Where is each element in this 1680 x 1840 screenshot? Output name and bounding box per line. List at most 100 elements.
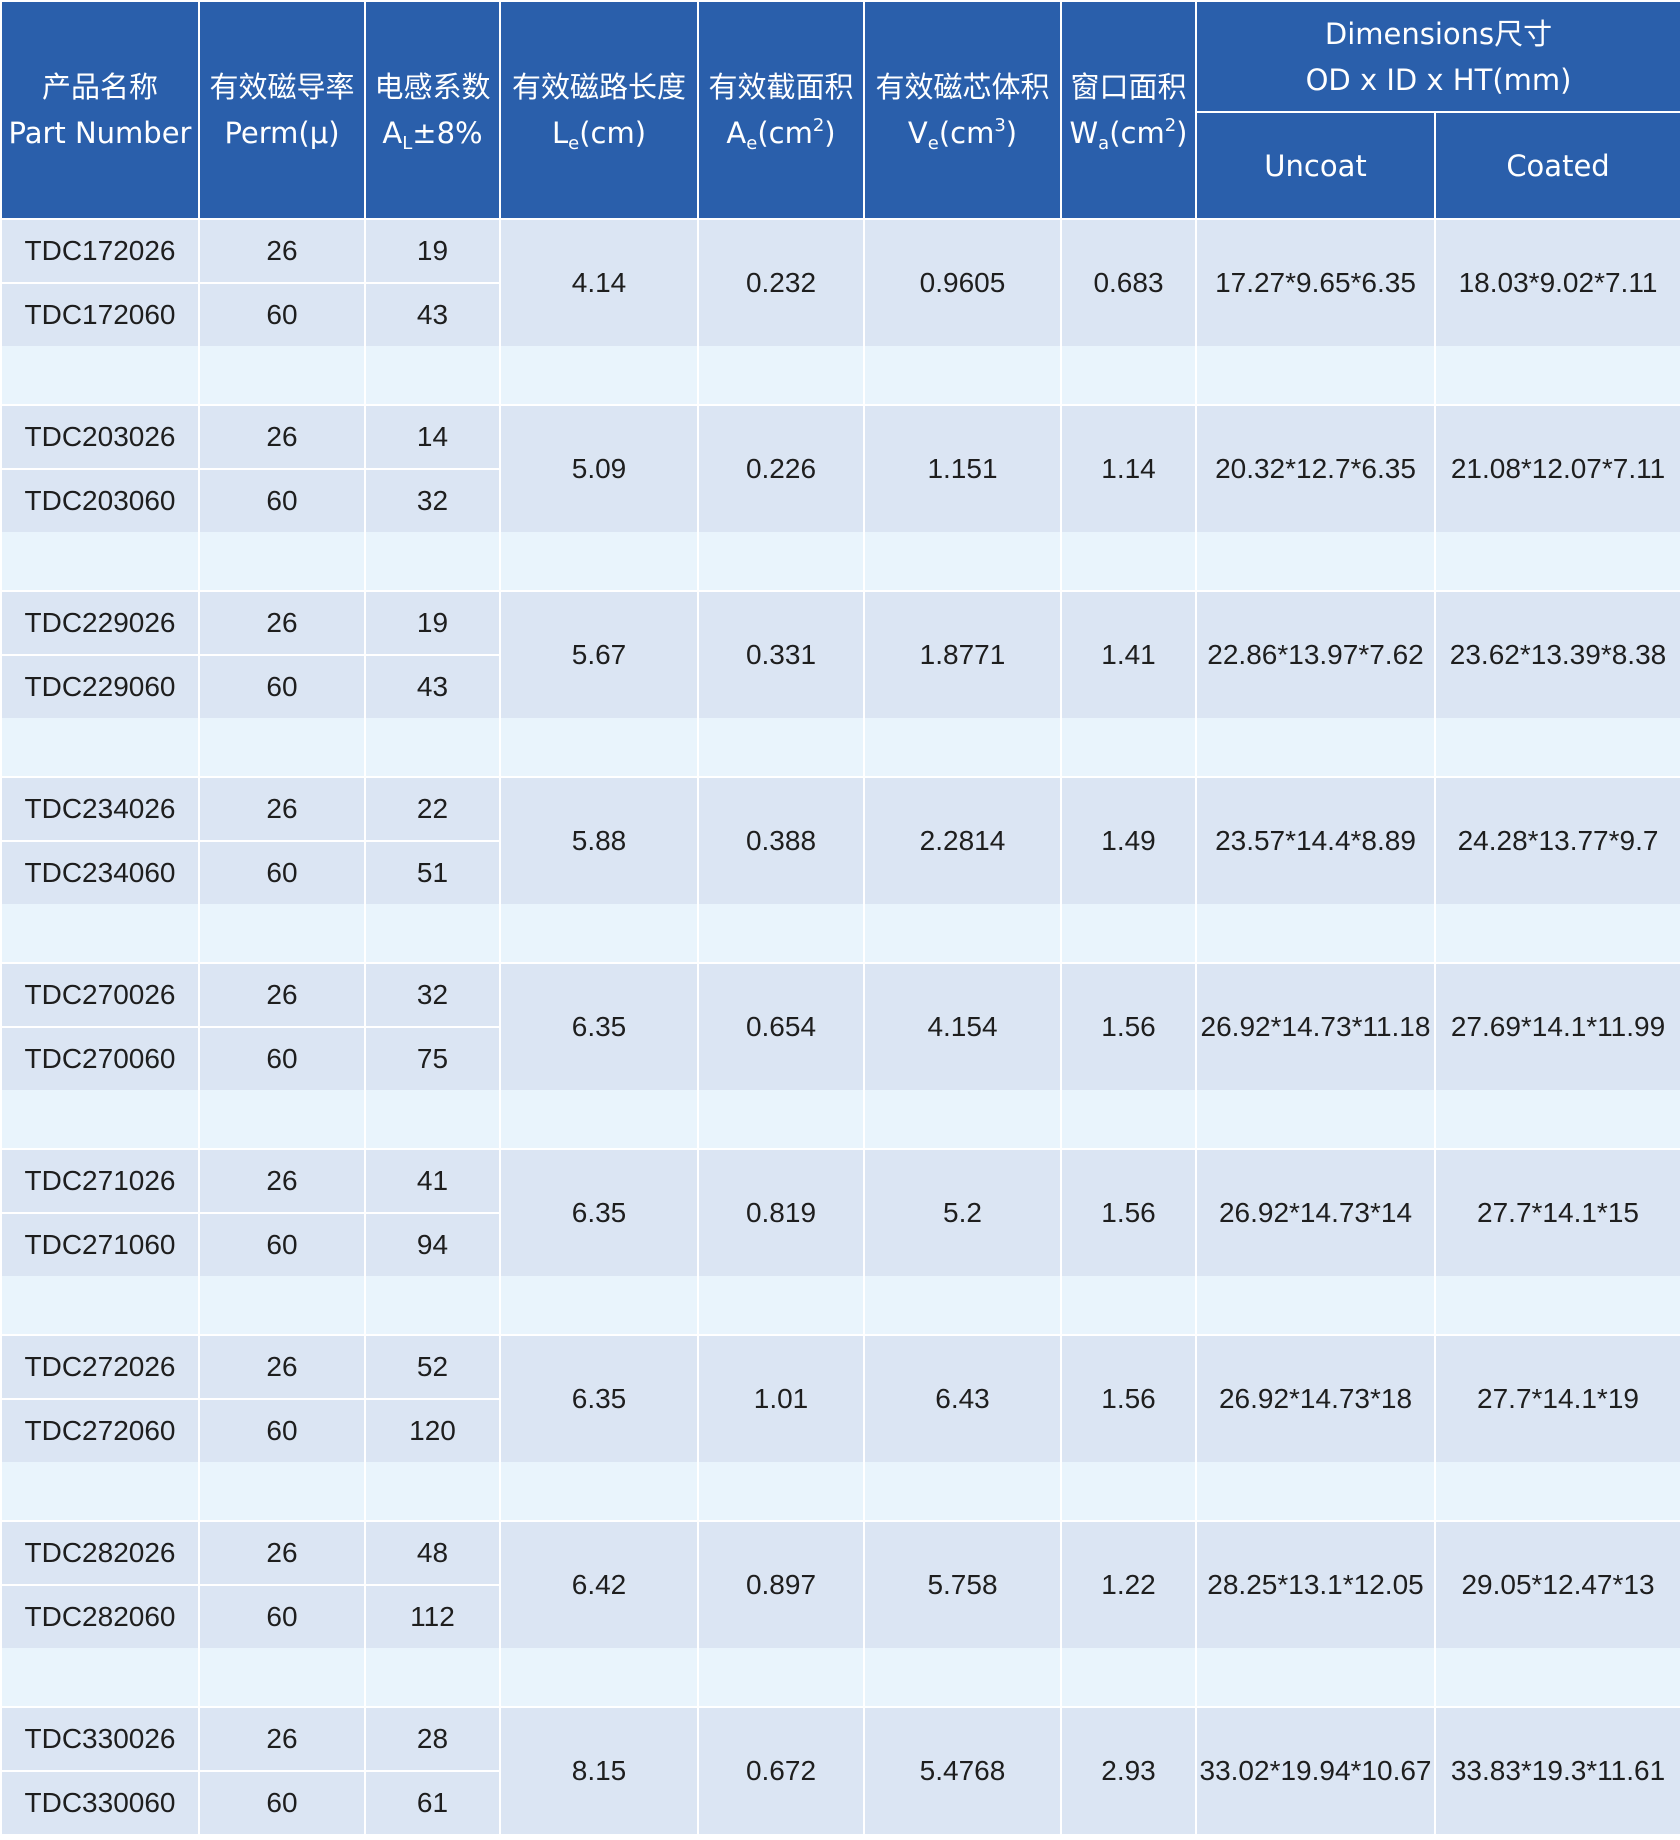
spacer-cell xyxy=(364,1648,501,1707)
uncoat-dimensions-cell: 23.57*14.4*8.89 xyxy=(1195,776,1436,904)
permeability-cell: 60 xyxy=(198,1398,366,1462)
cross-section-area-cell: 0.226 xyxy=(697,404,865,532)
spacer-cell xyxy=(1195,718,1436,777)
permeability-cell: 60 xyxy=(198,1584,366,1648)
spacer-cell xyxy=(1060,718,1197,777)
spacer-cell xyxy=(0,1462,200,1521)
spacer-cell xyxy=(1195,1276,1436,1335)
coated-dimensions-cell: 21.08*12.07*7.11 xyxy=(1433,404,1680,532)
spacer-cell xyxy=(0,904,200,963)
spacer-cell xyxy=(0,346,200,405)
spacer-cell xyxy=(198,532,366,591)
spacer-cell xyxy=(697,1090,865,1149)
spacer-cell xyxy=(198,1090,366,1149)
inductance-factor-cell: 14 xyxy=(364,404,501,469)
path-length-cell: 8.15 xyxy=(499,1706,699,1834)
path-length-cell: 6.35 xyxy=(499,1148,699,1276)
spacer-cell xyxy=(697,718,865,777)
spacer-cell xyxy=(198,718,366,777)
uncoat-dimensions-cell: 17.27*9.65*6.35 xyxy=(1195,218,1436,346)
inductance-factor-cell: 41 xyxy=(364,1148,501,1213)
permeability-cell: 60 xyxy=(198,1770,366,1834)
spacer-row xyxy=(0,1462,1680,1521)
window-area-cell: 1.56 xyxy=(1060,1148,1197,1276)
part-number-cell: TDC330060 xyxy=(0,1770,200,1834)
permeability-cell: 26 xyxy=(198,1706,366,1771)
spacer-cell xyxy=(0,532,200,591)
spacer-cell xyxy=(863,346,1062,405)
cross-section-area-cell: 0.232 xyxy=(697,218,865,346)
spacer-row xyxy=(0,718,1680,777)
part-number-cell: TDC282026 xyxy=(0,1520,200,1585)
spacer-cell xyxy=(499,1462,699,1521)
spacer-row xyxy=(0,1276,1680,1335)
spacer-cell xyxy=(697,904,865,963)
window-area-cell: 2.93 xyxy=(1060,1706,1197,1834)
table-row: TDC282026 26 48 6.42 0.897 5.758 1.22 28.25*13.… xyxy=(0,1520,1680,1648)
header-core-volume: 有效磁芯体积 Ve(cm3) xyxy=(863,0,1062,220)
spacer-cell xyxy=(697,1462,865,1521)
spacer-cell xyxy=(364,718,501,777)
spacer-cell xyxy=(499,532,699,591)
spacer-cell xyxy=(364,346,501,405)
cross-section-area-cell: 0.897 xyxy=(697,1520,865,1648)
spacer-cell xyxy=(1433,346,1680,405)
uncoat-dimensions-cell: 20.32*12.7*6.35 xyxy=(1195,404,1436,532)
uncoat-dimensions-cell: 33.02*19.94*10.67 xyxy=(1195,1706,1436,1834)
window-area-cell: 1.22 xyxy=(1060,1520,1197,1648)
spacer-cell xyxy=(1060,1648,1197,1707)
core-volume-cell: 2.2814 xyxy=(863,776,1062,904)
spacer-cell xyxy=(499,346,699,405)
header-part-number: 产品名称 Part Number xyxy=(0,0,200,220)
spacer-row xyxy=(0,346,1680,405)
spacer-cell xyxy=(863,1648,1062,1707)
table-row: TDC203026 26 14 5.09 0.226 1.151 1.14 20.32*12.… xyxy=(0,404,1680,532)
core-volume-cell: 5.758 xyxy=(863,1520,1062,1648)
core-volume-cell: 0.9605 xyxy=(863,218,1062,346)
spacer-cell xyxy=(499,718,699,777)
part-number-cell: TDC270060 xyxy=(0,1026,200,1090)
spacer-cell xyxy=(499,1276,699,1335)
part-number-cell: TDC172060 xyxy=(0,282,200,346)
permeability-cell: 26 xyxy=(198,218,366,283)
spacer-cell xyxy=(1433,532,1680,591)
part-number-cell: TDC234060 xyxy=(0,840,200,904)
cross-section-area-cell: 0.672 xyxy=(697,1706,865,1834)
spacer-cell xyxy=(1433,904,1680,963)
inductance-factor-cell: 19 xyxy=(364,218,501,283)
part-number-cell: TDC282060 xyxy=(0,1584,200,1648)
header-uncoat: Uncoat xyxy=(1195,111,1436,220)
permeability-cell: 26 xyxy=(198,776,366,841)
permeability-cell: 26 xyxy=(198,1148,366,1213)
spacer-cell xyxy=(697,1276,865,1335)
inductance-factor-cell: 52 xyxy=(364,1334,501,1399)
spacer-cell xyxy=(863,532,1062,591)
table-row: TDC234026 26 22 5.88 0.388 2.2814 1.49 23.57*14… xyxy=(0,776,1680,904)
spacer-cell xyxy=(198,1648,366,1707)
spacer-cell xyxy=(1060,532,1197,591)
table-row: TDC271026 26 41 6.35 0.819 5.2 1.56 26.92*14.73… xyxy=(0,1148,1680,1276)
part-number-cell: TDC271060 xyxy=(0,1212,200,1276)
part-number-cell: TDC203026 xyxy=(0,404,200,469)
cross-section-area-cell: 0.331 xyxy=(697,590,865,718)
window-area-cell: 0.683 xyxy=(1060,218,1197,346)
uncoat-dimensions-cell: 22.86*13.97*7.62 xyxy=(1195,590,1436,718)
spacer-cell xyxy=(198,904,366,963)
inductance-factor-cell: 120 xyxy=(364,1398,501,1462)
spacer-cell xyxy=(1433,1090,1680,1149)
spacer-cell xyxy=(0,1648,200,1707)
cross-section-area-cell: 1.01 xyxy=(697,1334,865,1462)
coated-dimensions-cell: 24.28*13.77*9.7 xyxy=(1433,776,1680,904)
path-length-cell: 5.88 xyxy=(499,776,699,904)
coated-dimensions-cell: 27.69*14.1*11.99 xyxy=(1433,962,1680,1090)
spacer-row xyxy=(0,532,1680,591)
cross-section-area-cell: 0.819 xyxy=(697,1148,865,1276)
permeability-cell: 26 xyxy=(198,404,366,469)
permeability-cell: 60 xyxy=(198,840,366,904)
permeability-cell: 26 xyxy=(198,1520,366,1585)
spacer-cell xyxy=(364,532,501,591)
permeability-cell: 60 xyxy=(198,1026,366,1090)
spacer-cell xyxy=(863,1090,1062,1149)
path-length-cell: 5.09 xyxy=(499,404,699,532)
spacer-cell xyxy=(1195,904,1436,963)
